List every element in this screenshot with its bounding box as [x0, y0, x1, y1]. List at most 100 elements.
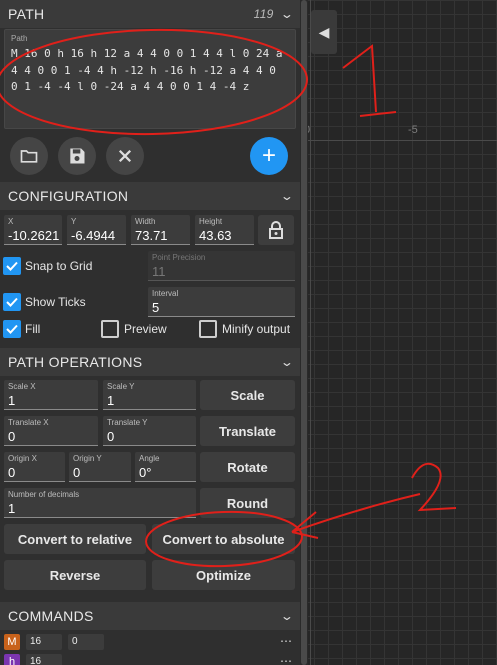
- x-value[interactable]: -10.2621: [8, 228, 59, 244]
- open-file-button[interactable]: [10, 137, 48, 175]
- angle-label: Angle: [139, 454, 160, 463]
- angle-value[interactable]: 0°: [139, 465, 192, 481]
- chevron-down-icon[interactable]: ⌄: [280, 355, 295, 369]
- round-button[interactable]: Round: [200, 488, 295, 518]
- command-value[interactable]: 0: [68, 634, 104, 650]
- decimals-field[interactable]: Number of decimals 1: [4, 488, 196, 518]
- scale-button[interactable]: Scale: [200, 380, 295, 410]
- interval-field[interactable]: Interval 5: [148, 287, 295, 317]
- scale-x-label: Scale X: [8, 382, 36, 391]
- translate-x-field[interactable]: Translate X 0: [4, 416, 98, 446]
- translate-y-value[interactable]: 0: [107, 429, 192, 445]
- point-precision-field: Point Precision 11: [148, 251, 295, 281]
- preview-label: Preview: [124, 322, 167, 336]
- chevron-down-icon[interactable]: ⌄: [280, 189, 295, 203]
- scale-x-field[interactable]: Scale X 1: [4, 380, 98, 410]
- snap-to-grid-label: Snap to Grid: [25, 259, 93, 273]
- fill-label: Fill: [25, 322, 41, 336]
- origin-y-value[interactable]: 0: [73, 465, 127, 481]
- chevron-down-icon[interactable]: ⌄: [280, 7, 295, 21]
- save-icon: [70, 148, 85, 164]
- minify-output-label: Minify output: [222, 322, 291, 336]
- height-label: Height: [199, 217, 223, 226]
- command-letter[interactable]: M: [4, 634, 20, 650]
- close-icon: [118, 149, 132, 163]
- translate-button[interactable]: Translate: [200, 416, 295, 446]
- scrollbar-thumb[interactable]: [301, 0, 307, 665]
- optimize-button[interactable]: Optimize: [152, 560, 295, 590]
- chevron-down-icon[interactable]: ⌄: [280, 609, 295, 623]
- path-section-title: PATH: [8, 6, 45, 22]
- sidebar-scrollbar[interactable]: [300, 0, 308, 665]
- convert-to-relative-button[interactable]: Convert to relative: [4, 524, 146, 554]
- check-icon: [6, 324, 18, 334]
- more-icon[interactable]: ⋯: [280, 634, 292, 648]
- height-value[interactable]: 43.63: [199, 228, 250, 244]
- origin-x-field[interactable]: Origin X 0: [4, 452, 65, 482]
- y-label: Y: [71, 217, 77, 226]
- path-section-header[interactable]: PATH 119 ⌄: [0, 0, 300, 28]
- x-label: X: [8, 217, 14, 226]
- save-button[interactable]: [58, 137, 96, 175]
- path-length-count: 119: [253, 7, 274, 21]
- origin-y-label: Origin Y: [73, 454, 102, 463]
- angle-field[interactable]: Angle 0°: [135, 452, 196, 482]
- grid-major-line: [300, 140, 497, 141]
- show-ticks-label: Show Ticks: [25, 295, 86, 309]
- path-field-value[interactable]: M 16 0 h 16 h 12 a 4 4 0 0 1 4 4 l 0 24 …: [11, 46, 289, 96]
- configuration-section-header[interactable]: CONFIGURATION ⌄: [0, 182, 300, 210]
- scale-y-label: Scale Y: [107, 382, 135, 391]
- collapse-sidebar-button[interactable]: ◀: [311, 10, 337, 54]
- interval-value[interactable]: 5: [152, 300, 291, 316]
- origin-x-value[interactable]: 0: [8, 465, 61, 481]
- convert-to-absolute-button[interactable]: Convert to absolute: [152, 524, 295, 554]
- lock-aspect-button[interactable]: [258, 215, 294, 245]
- minify-output-checkbox[interactable]: [199, 320, 217, 338]
- decimals-label: Number of decimals: [8, 490, 80, 499]
- decimals-value[interactable]: 1: [8, 501, 192, 517]
- interval-label: Interval: [152, 289, 179, 298]
- origin-y-field[interactable]: Origin Y 0: [69, 452, 131, 482]
- rotate-button[interactable]: Rotate: [200, 452, 295, 482]
- translate-x-value[interactable]: 0: [8, 429, 94, 445]
- drawing-canvas[interactable]: 0 -5: [300, 0, 497, 665]
- width-field[interactable]: Width 73.71: [131, 215, 190, 245]
- command-row[interactable]: M 16 0 ⋯: [0, 634, 300, 654]
- origin-x-label: Origin X: [8, 454, 37, 463]
- configuration-title: CONFIGURATION: [8, 188, 129, 204]
- height-field[interactable]: Height 43.63: [195, 215, 254, 245]
- check-icon: [6, 297, 18, 307]
- snap-to-grid-checkbox[interactable]: [3, 257, 21, 275]
- scale-y-field[interactable]: Scale Y 1: [103, 380, 196, 410]
- preview-checkbox[interactable]: [101, 320, 119, 338]
- more-icon[interactable]: ⋯: [280, 654, 292, 665]
- fill-checkbox[interactable]: [3, 320, 21, 338]
- y-field[interactable]: Y -6.4944: [67, 215, 126, 245]
- path-operations-section-header[interactable]: PATH OPERATIONS ⌄: [0, 348, 300, 376]
- command-row[interactable]: h 16 ⋯: [0, 654, 300, 665]
- command-value[interactable]: 16: [26, 654, 62, 665]
- sidebar: PATH 119 ⌄ Path M 16 0 h 16 h 12 a 4 4 0…: [0, 0, 300, 665]
- reverse-button[interactable]: Reverse: [4, 560, 146, 590]
- scale-y-value[interactable]: 1: [107, 393, 192, 409]
- command-letter[interactable]: h: [4, 654, 20, 665]
- lock-icon: [269, 221, 283, 239]
- scale-x-value[interactable]: 1: [8, 393, 94, 409]
- width-value[interactable]: 73.71: [135, 228, 186, 244]
- commands-section-header[interactable]: COMMANDS ⌄: [0, 602, 300, 630]
- add-path-button[interactable]: +: [250, 137, 288, 175]
- clear-button[interactable]: [106, 137, 144, 175]
- path-field-label: Path: [11, 34, 28, 43]
- show-ticks-checkbox[interactable]: [3, 293, 21, 311]
- translate-x-label: Translate X: [8, 418, 49, 427]
- command-value[interactable]: 16: [26, 634, 62, 650]
- axis-label-minus-5: -5: [408, 124, 418, 136]
- translate-y-field[interactable]: Translate Y 0: [103, 416, 196, 446]
- point-precision-value: 11: [152, 264, 166, 279]
- x-field[interactable]: X -10.2621: [4, 215, 62, 245]
- commands-title: COMMANDS: [8, 608, 94, 624]
- path-textarea[interactable]: Path M 16 0 h 16 h 12 a 4 4 0 0 1 4 4 l …: [4, 29, 296, 129]
- y-value[interactable]: -6.4944: [71, 228, 122, 244]
- chevron-left-icon: ◀: [318, 23, 330, 40]
- width-label: Width: [135, 217, 156, 226]
